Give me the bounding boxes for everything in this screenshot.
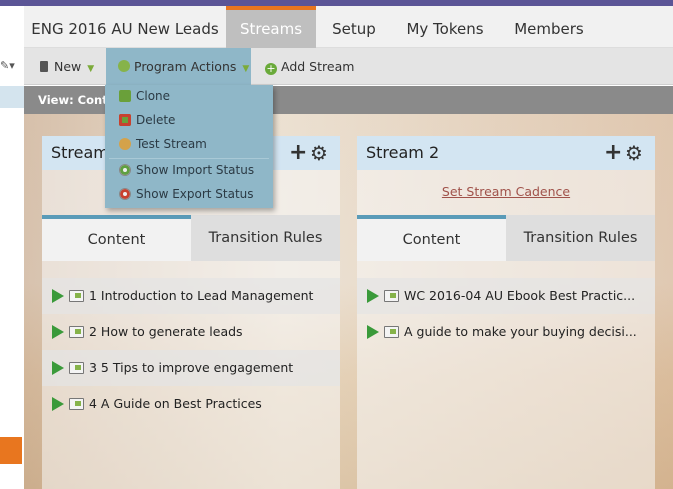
stream-header: Stream 2 + ⚙: [357, 136, 655, 170]
play-icon[interactable]: [52, 361, 64, 375]
left-panel-orange-marker[interactable]: [0, 437, 22, 464]
stream-tabs: Content Transition Rules: [42, 215, 340, 261]
new-button[interactable]: New ▼: [40, 48, 94, 85]
test-icon: [119, 138, 131, 150]
email-icon: [384, 290, 399, 302]
tab-transition-rules[interactable]: Transition Rules: [506, 215, 655, 261]
new-icon: [40, 61, 48, 72]
stream-content-list: 1 Introduction to Lead Management 2 How …: [42, 278, 340, 422]
program-actions-menu: Clone Delete Test Stream Show Import Sta…: [105, 85, 273, 208]
gear-icon[interactable]: ⚙: [625, 141, 643, 165]
play-icon[interactable]: [52, 325, 64, 339]
play-icon[interactable]: [52, 397, 64, 411]
list-item[interactable]: 4 A Guide on Best Practices: [42, 386, 340, 422]
email-icon: [69, 290, 84, 302]
chevron-down-icon: ▼: [242, 64, 250, 74]
tab-content[interactable]: Content: [357, 215, 506, 261]
delete-icon: [119, 114, 131, 126]
list-item[interactable]: A guide to make your buying decisi...: [357, 314, 655, 350]
menu-item-delete[interactable]: Delete: [105, 109, 273, 131]
stream-content-list: WC 2016-04 AU Ebook Best Practic... A gu…: [357, 278, 655, 350]
stream-tabs: Content Transition Rules: [357, 215, 655, 261]
email-icon: [69, 362, 84, 374]
list-item[interactable]: 2 How to generate leads: [42, 314, 340, 350]
import-icon: [119, 164, 131, 176]
play-icon[interactable]: [52, 289, 64, 303]
left-panel-tree-row[interactable]: [0, 86, 24, 108]
play-icon[interactable]: [367, 325, 379, 339]
add-stream-label: Add Stream: [281, 59, 355, 74]
email-icon: [69, 326, 84, 338]
tab-streams[interactable]: Streams: [226, 6, 316, 48]
tab-setup[interactable]: Setup: [324, 6, 384, 48]
add-stream-button[interactable]: + Add Stream: [265, 48, 354, 85]
list-item[interactable]: 3 5 Tips to improve engagement: [42, 350, 340, 386]
left-panel-tool-icon[interactable]: ✎▾: [0, 56, 24, 76]
left-panel-strip: [0, 6, 24, 489]
program-actions-label: Program Actions: [134, 59, 237, 74]
toolbar: New ▼ Program Actions ▼ + Add Stream: [24, 48, 673, 85]
stream-panel-2: Stream 2 + ⚙ Set Stream Cadence Content …: [357, 136, 655, 489]
stream-title: Stream 2: [366, 143, 440, 162]
chevron-down-icon: ▼: [87, 64, 95, 74]
tab-content[interactable]: Content: [42, 215, 191, 261]
play-icon[interactable]: [367, 289, 379, 303]
add-content-icon[interactable]: +: [604, 139, 622, 167]
menu-item-show-import-status[interactable]: Show Import Status: [105, 159, 273, 181]
add-content-icon[interactable]: +: [289, 139, 307, 167]
email-icon: [69, 398, 84, 410]
tab-program-name[interactable]: ENG 2016 AU New Leads: [24, 6, 226, 48]
list-item[interactable]: WC 2016-04 AU Ebook Best Practic...: [357, 278, 655, 314]
program-actions-icon: [118, 60, 130, 72]
new-label: New: [54, 59, 82, 74]
menu-item-clone[interactable]: Clone: [105, 85, 273, 107]
add-icon: +: [265, 62, 277, 75]
program-nav-bar: ENG 2016 AU New Leads Streams Setup My T…: [24, 6, 673, 48]
stream-title: Stream: [51, 143, 109, 162]
tab-members[interactable]: Members: [508, 6, 590, 48]
email-icon: [384, 326, 399, 338]
set-stream-cadence-link[interactable]: Set Stream Cadence: [357, 184, 655, 199]
list-item[interactable]: 1 Introduction to Lead Management: [42, 278, 340, 314]
export-icon: [119, 188, 131, 200]
tab-my-tokens[interactable]: My Tokens: [394, 6, 496, 48]
menu-item-show-export-status[interactable]: Show Export Status: [105, 183, 273, 205]
program-actions-button[interactable]: Program Actions ▼: [106, 48, 251, 85]
tab-transition-rules[interactable]: Transition Rules: [191, 215, 340, 261]
gear-icon[interactable]: ⚙: [310, 141, 328, 165]
clone-icon: [119, 90, 131, 102]
menu-item-test-stream[interactable]: Test Stream: [105, 133, 273, 155]
